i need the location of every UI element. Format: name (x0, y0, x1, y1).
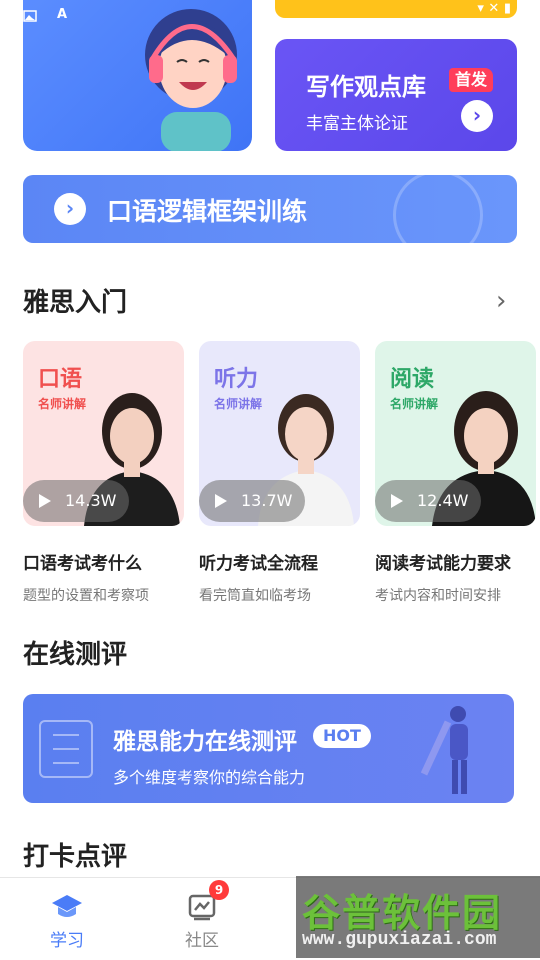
course-title: 听力考试全流程 (199, 554, 318, 574)
course-desc: 考试内容和时间安排 (375, 588, 501, 604)
play-icon (39, 494, 51, 508)
course-desc: 题型的设置和考察项 (23, 588, 149, 604)
section-title-intro: 雅思入门 (23, 288, 128, 318)
compass-icon (393, 175, 483, 243)
hot-badge: HOT (313, 724, 371, 748)
font-icon: A (57, 7, 68, 22)
course-thumbnail[interactable]: 听力 名师讲解 13.7W (199, 341, 360, 526)
play-count-value: 13.7W (241, 491, 293, 510)
course-thumbnail[interactable]: 口语 名师讲解 14.3W (23, 341, 184, 526)
image-icon (23, 8, 37, 22)
section-title-checkin: 打卡点评 (23, 842, 128, 872)
nav-label: 学习 (50, 931, 84, 951)
chevron-right-icon[interactable]: › (54, 193, 86, 225)
watermark-brand: 谷普软件园 (302, 891, 503, 935)
chevron-right-icon[interactable]: › (461, 100, 493, 132)
play-count[interactable]: 14.3W (23, 480, 129, 522)
nav-item-study[interactable]: 学习 (27, 892, 107, 951)
course-thumbnail[interactable]: 阅读 名师讲解 12.4W (375, 341, 536, 526)
status-icons: ▾ ✕ ▮ (477, 1, 511, 16)
course-title: 口语考试考什么 (23, 554, 142, 574)
writing-card-title: 写作观点库 (306, 73, 426, 101)
play-count[interactable]: 12.4W (375, 480, 481, 522)
chevron-right-icon[interactable]: › (496, 286, 506, 316)
play-icon (391, 494, 403, 508)
graduation-cap-icon (51, 892, 83, 922)
site-watermark: 谷普软件园 www.gupuxiazai.com (296, 876, 540, 958)
course-desc: 看完筒直如临考场 (199, 588, 311, 604)
play-count-value: 14.3W (65, 491, 117, 510)
course-card-listening[interactable]: 听力 名师讲解 13.7W 听力考试全流程 看完筒直如临考场 (199, 341, 360, 604)
watermark-url: www.gupuxiazai.com (302, 930, 497, 950)
course-title: 阅读考试能力要求 (375, 554, 511, 574)
clipboard-icon (39, 720, 93, 778)
notification-badge: 9 (209, 880, 229, 900)
nav-label: 社区 (185, 931, 219, 951)
play-count[interactable]: 13.7W (199, 480, 305, 522)
section-title-assessment: 在线测评 (23, 640, 128, 670)
writing-views-card[interactable]: 写作观点库 首发 丰富主体论证 › (275, 39, 517, 151)
listening-banner[interactable]: A (23, 0, 252, 151)
play-icon (215, 494, 227, 508)
yellow-banner[interactable]: ▾ ✕ ▮ (275, 0, 517, 18)
online-assessment-card[interactable]: 雅思能力在线测评 HOT 多个维度考察你的综合能力 (23, 694, 514, 803)
new-badge: 首发 (449, 68, 494, 92)
oral-card-title: 口语逻辑框架训练 (107, 197, 308, 226)
headphone-girl-illustration (145, 9, 237, 151)
oral-logic-card[interactable]: › 口语逻辑框架训练 (23, 175, 517, 243)
pencil-person-illustration (420, 706, 468, 794)
writing-card-subtitle: 丰富主体论证 (306, 114, 408, 134)
nav-item-community[interactable]: 社区 (162, 892, 242, 951)
course-card-reading[interactable]: 阅读 名师讲解 12.4W 阅读考试能力要求 考试内容和时间安排 (375, 341, 536, 604)
assessment-subtitle: 多个维度考察你的综合能力 (113, 768, 306, 787)
course-card-speaking[interactable]: 口语 名师讲解 14.3W 口语考试考什么 题型的设置和考察项 (23, 341, 184, 604)
assessment-title: 雅思能力在线测评 (113, 729, 297, 755)
play-count-value: 12.4W (417, 491, 469, 510)
banner-mini-icons: A (23, 8, 71, 22)
